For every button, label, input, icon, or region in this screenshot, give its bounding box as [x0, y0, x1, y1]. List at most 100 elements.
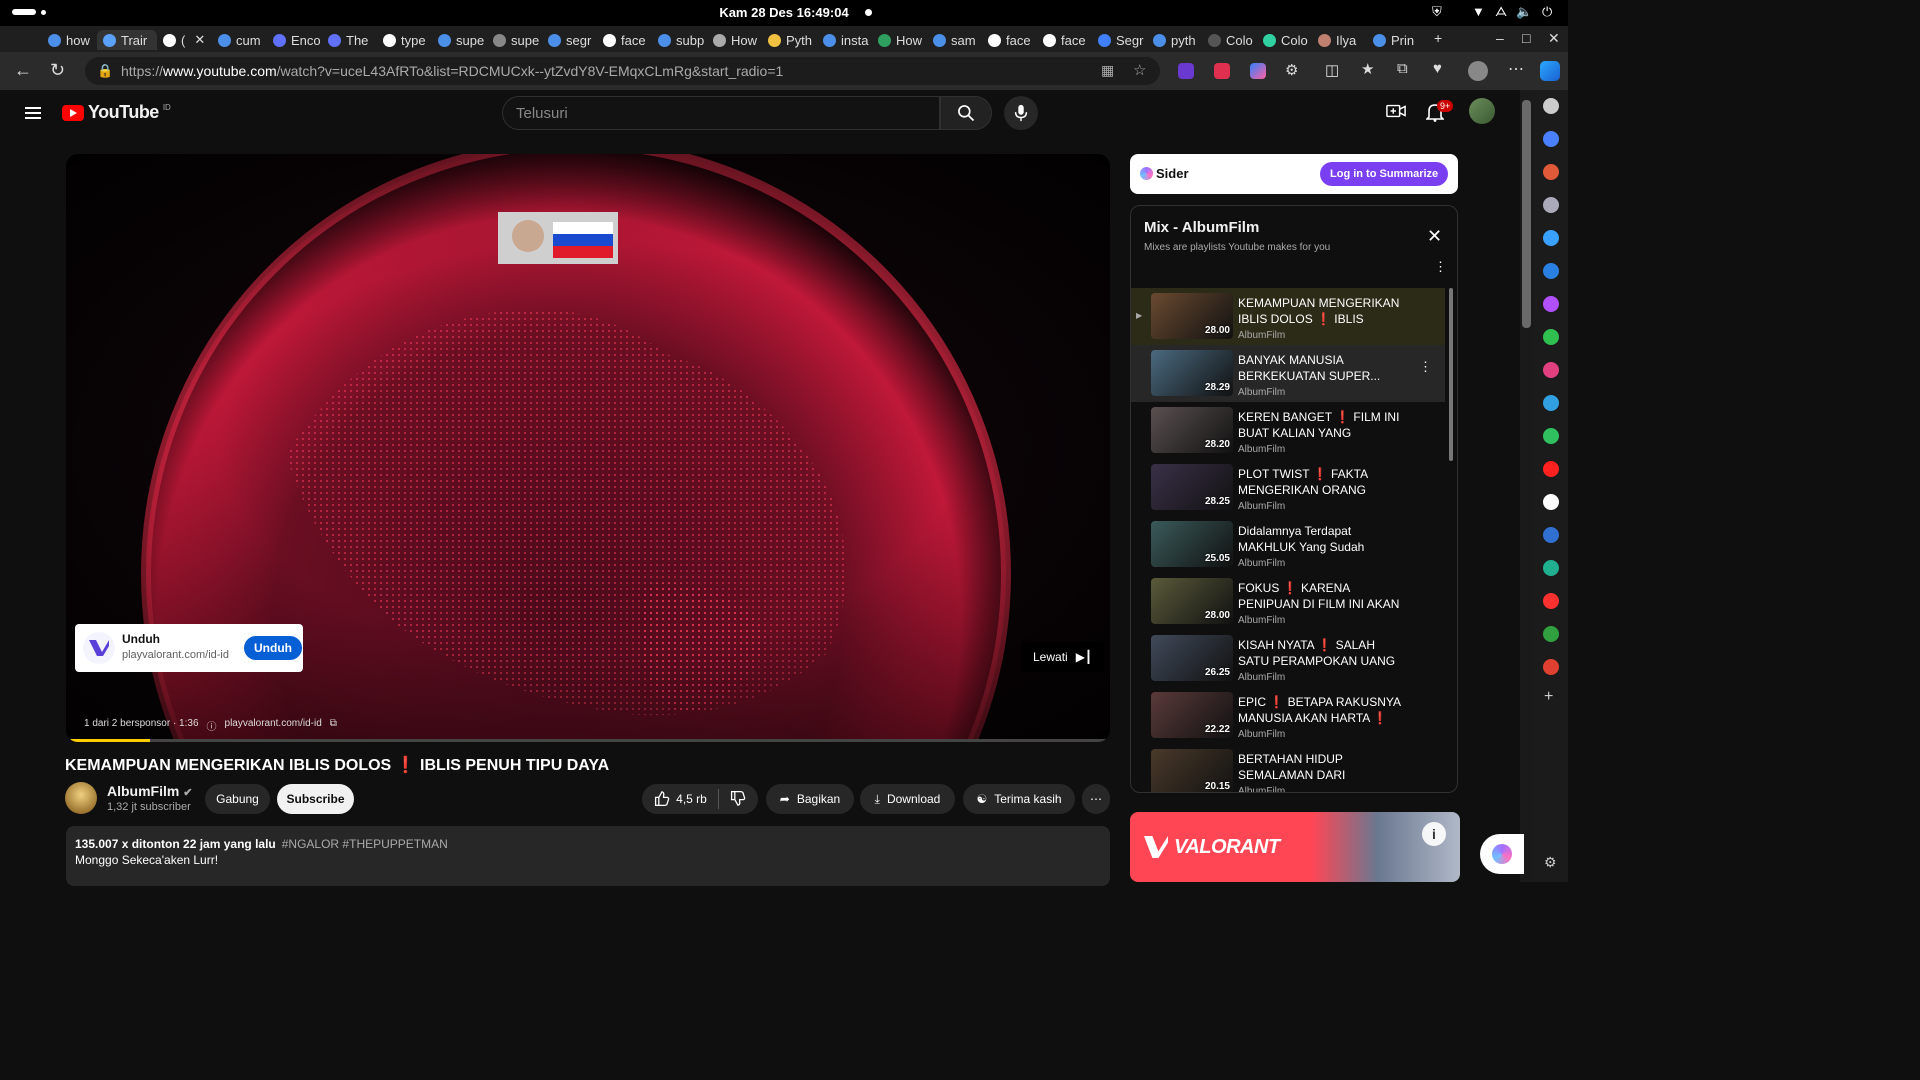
url-text[interactable]: https://www.youtube.com/watch?v=uceL43Af…: [121, 63, 783, 79]
bluetooth-icon[interactable]: ᗋ: [1495, 4, 1507, 20]
playlist-scrollbar[interactable]: [1449, 288, 1453, 461]
close-tab-icon[interactable]: ✕: [194, 32, 205, 48]
outlook-icon[interactable]: [1543, 263, 1559, 279]
browser-tab[interactable]: Colo: [1202, 30, 1257, 50]
item-menu-icon[interactable]: ⋮: [1419, 360, 1432, 373]
browser-tab[interactable]: Trair: [97, 30, 157, 50]
playlist-thumbnail[interactable]: 20.15: [1151, 749, 1233, 792]
copilot-icon[interactable]: [1540, 61, 1560, 81]
github-icon[interactable]: [1543, 494, 1559, 510]
telegram-icon[interactable]: [1543, 395, 1559, 411]
browser-tab[interactable]: pyth: [1147, 30, 1202, 50]
page-scrollbar-thumb[interactable]: [1522, 100, 1531, 328]
restore-icon[interactable]: □: [1522, 30, 1530, 46]
browser-tab[interactable]: (✕: [157, 30, 212, 50]
games-icon[interactable]: [1543, 197, 1559, 213]
browser-tab[interactable]: sam: [927, 30, 982, 50]
share-button[interactable]: ➦ Bagikan: [766, 784, 854, 814]
playlist-item-author[interactable]: AlbumFilm: [1238, 387, 1285, 398]
browser-tab[interactable]: insta: [817, 30, 872, 50]
browser-tab[interactable]: face: [597, 30, 652, 50]
playlist-item[interactable]: 25.05 Didalamnya Terdapat MAKHLUK Yang Su…: [1131, 516, 1445, 573]
browser-tab[interactable]: cum: [212, 30, 267, 50]
ad-link[interactable]: playvalorant.com/id-id: [225, 718, 322, 733]
playlist-item-title[interactable]: KISAH NYATA ❗ SALAH SATU PERAMPOKAN UANG…: [1238, 637, 1403, 669]
playlist-item-author[interactable]: AlbumFilm: [1238, 615, 1285, 626]
join-button[interactable]: Gabung: [205, 784, 270, 814]
ad-domain[interactable]: playvalorant.com/id-id: [122, 649, 229, 661]
workspace-indicator[interactable]: [12, 9, 36, 15]
more-actions-button[interactable]: ⋯: [1082, 784, 1110, 814]
download-button[interactable]: ⤓ Download: [860, 784, 955, 814]
youtube-icon[interactable]: [1543, 461, 1559, 477]
instagram-icon[interactable]: [1543, 362, 1559, 378]
browser-tab[interactable]: How: [872, 30, 927, 50]
youtube-music-icon[interactable]: [1543, 593, 1559, 609]
browser-tab[interactable]: supe: [432, 30, 487, 50]
back-icon[interactable]: ←: [14, 60, 32, 81]
search-box[interactable]: [502, 96, 940, 130]
subscribe-button[interactable]: Subscribe: [277, 784, 354, 814]
playlist-item[interactable]: 28.29 BANYAK MANUSIA BERKEKUATAN SUPER...…: [1131, 345, 1445, 402]
playlist-item-author[interactable]: AlbumFilm: [1238, 444, 1285, 455]
playlist-item-title[interactable]: KEMAMPUAN MENGERIKAN IBLIS DOLOS ❗ IBLIS…: [1238, 295, 1403, 327]
playlist-item-title[interactable]: BERTAHAN HIDUP SEMALAMAN DARI HARIMA...: [1238, 751, 1403, 783]
playlist-item-author[interactable]: AlbumFilm: [1238, 672, 1285, 683]
briefcase-icon[interactable]: [1543, 164, 1559, 180]
menu-icon[interactable]: [25, 104, 41, 122]
chatgpt-icon[interactable]: [1543, 560, 1559, 576]
browser-tab[interactable]: face: [1037, 30, 1092, 50]
playlist-item-title[interactable]: Didalamnya Terdapat MAKHLUK Yang Sudah H…: [1238, 523, 1403, 555]
hashtags[interactable]: #NGALOR #THEPUPPETMAN: [282, 837, 448, 851]
search-icon[interactable]: [1543, 98, 1559, 114]
playlist-item-title[interactable]: EPIC ❗ BETAPA RAKUSNYA MANUSIA AKAN HART…: [1238, 694, 1403, 726]
playlist-item-title[interactable]: PLOT TWIST ❗ FAKTA MENGERIKAN ORANG TUA.…: [1238, 466, 1403, 498]
browser-tab[interactable]: subp: [652, 30, 707, 50]
tag-icon[interactable]: [1543, 131, 1559, 147]
info-icon[interactable]: ⓘ: [207, 718, 217, 733]
designer-icon[interactable]: [1543, 296, 1559, 312]
address-bar[interactable]: 🔒 https://www.youtube.com/watch?v=uceL43…: [85, 57, 1160, 85]
browser-tab[interactable]: How: [707, 30, 762, 50]
playlist-menu-icon[interactable]: ⋮: [1434, 260, 1447, 273]
playlist-item[interactable]: 28.00 FOKUS ❗ KARENA PENIPUAN DI FILM INI…: [1131, 573, 1445, 630]
extension-icon[interactable]: [1214, 63, 1230, 79]
playlist-item-title[interactable]: BANYAK MANUSIA BERKEKUATAN SUPER...: [1238, 352, 1403, 384]
playlist-thumbnail[interactable]: 28.29: [1151, 350, 1233, 396]
copilot-icon[interactable]: [1543, 230, 1559, 246]
power-icon[interactable]: ⏻: [1542, 4, 1552, 20]
favorites-icon[interactable]: ★: [1361, 60, 1374, 78]
playlist-item[interactable]: 22.22 EPIC ❗ BETAPA RAKUSNYA MANUSIA AKAN…: [1131, 687, 1445, 744]
close-window-icon[interactable]: ✕: [1548, 30, 1560, 47]
playlist-thumbnail[interactable]: 28.25: [1151, 464, 1233, 510]
thanks-button[interactable]: ☯ Terima kasih: [963, 784, 1075, 814]
create-video-icon[interactable]: [1386, 102, 1406, 120]
playlist-item-title[interactable]: KEREN BANGET ❗ FILM INI BUAT KALIAN YANG…: [1238, 409, 1403, 441]
browser-tab[interactable]: supe: [487, 30, 542, 50]
sidebar-settings-icon[interactable]: ⚙: [1544, 854, 1557, 871]
minimize-icon[interactable]: –: [1496, 30, 1504, 46]
playlist-item[interactable]: ▶ 28.00 KEMAMPUAN MENGERIKAN IBLIS DOLOS ❗…: [1131, 288, 1445, 345]
add-sidebar-app-icon[interactable]: +: [1544, 688, 1553, 706]
spotify-icon[interactable]: [1543, 329, 1559, 345]
bookmark-star-icon[interactable]: ☆: [1133, 61, 1146, 79]
workspace-dot[interactable]: [41, 10, 46, 15]
extension-icon[interactable]: [1178, 63, 1194, 79]
browser-tab[interactable]: Prin: [1367, 30, 1422, 50]
skip-ad-button[interactable]: Lewati ▶┃: [1021, 642, 1105, 672]
browser-tab[interactable]: Colo: [1257, 30, 1312, 50]
gmail-icon[interactable]: [1543, 659, 1559, 675]
channel-name[interactable]: AlbumFilm ✔: [107, 783, 192, 799]
browser-tab[interactable]: type: [377, 30, 432, 50]
account-avatar[interactable]: [1469, 98, 1495, 124]
more-options-icon[interactable]: ⋯: [1508, 59, 1524, 79]
playlist-item[interactable]: 28.25 PLOT TWIST ❗ FAKTA MENGERIKAN ORANG…: [1131, 459, 1445, 516]
playlist-item[interactable]: 26.25 KISAH NYATA ❗ SALAH SATU PERAMPOKAN…: [1131, 630, 1445, 687]
like-button[interactable]: 4,5 rb: [654, 791, 707, 807]
close-icon[interactable]: ✕: [1427, 226, 1442, 247]
reload-icon[interactable]: ↻: [50, 60, 65, 81]
page-scrollbar[interactable]: [1520, 90, 1534, 882]
playlist-item[interactable]: 20.15 BERTAHAN HIDUP SEMALAMAN DARI HARIM…: [1131, 744, 1445, 792]
browser-tab[interactable]: Ilya: [1312, 30, 1367, 50]
playlist-thumbnail[interactable]: 28.00: [1151, 293, 1233, 339]
